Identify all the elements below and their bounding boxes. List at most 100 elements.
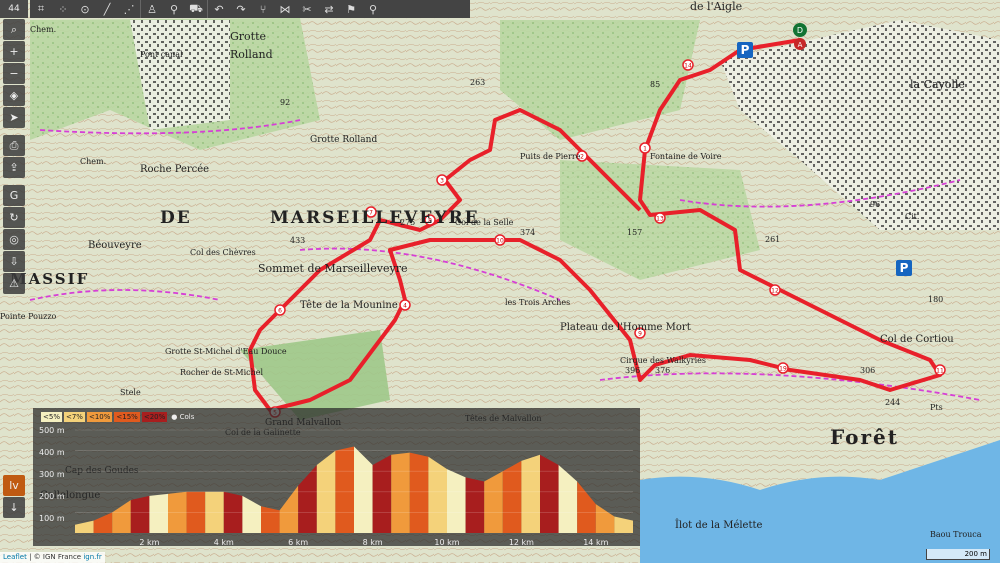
zoom-in-button[interactable]: ⌕ bbox=[3, 19, 25, 40]
route-icon[interactable]: ⋰ bbox=[118, 0, 140, 18]
map-place-label: Baou Trouca bbox=[930, 530, 982, 539]
elevation-segment bbox=[614, 516, 633, 533]
cut-icon[interactable]: ✂ bbox=[296, 0, 318, 18]
map-place-label: Pts bbox=[930, 403, 943, 412]
map-place-label: Pont canal bbox=[140, 50, 183, 59]
map-place-label: de l'Aigle bbox=[690, 0, 743, 13]
ign-link[interactable]: ign.fr bbox=[83, 553, 101, 561]
redo-icon[interactable]: ↷ bbox=[230, 0, 252, 18]
map-place-label: les Trois Arches bbox=[505, 298, 571, 307]
parking-label: P bbox=[900, 261, 909, 275]
download-tiles-button[interactable]: ⇩ bbox=[3, 251, 25, 272]
map-place-label: 433 bbox=[290, 236, 306, 245]
gps-button[interactable]: G bbox=[3, 185, 25, 206]
line-icon[interactable]: ╱ bbox=[96, 0, 118, 18]
elevation-toggle-button[interactable]: lv bbox=[3, 475, 25, 496]
locate-button[interactable]: ➤ bbox=[3, 107, 25, 128]
elevation-segment bbox=[447, 469, 466, 533]
elevation-segment bbox=[261, 506, 280, 533]
map-place-label: Chem. bbox=[80, 157, 107, 166]
elevation-segment bbox=[465, 477, 485, 533]
leaflet-link[interactable]: Leaflet bbox=[3, 553, 27, 561]
rotate-button[interactable]: ↻ bbox=[3, 207, 25, 228]
navigation-icon: ➤ bbox=[9, 111, 19, 124]
map-place-label: 92 bbox=[280, 98, 291, 107]
waypoint-label: 1 bbox=[643, 146, 647, 153]
start-marker-label: D bbox=[797, 26, 803, 35]
waypoint-label: 2 bbox=[580, 154, 584, 161]
map-place-label: 261 bbox=[765, 235, 781, 244]
map-place-label: 244 bbox=[885, 398, 901, 407]
map-place-label: Cirque des Walkyries bbox=[620, 356, 707, 365]
x-axis-label: 6 km bbox=[288, 538, 309, 547]
map-place-label: 275 bbox=[400, 218, 416, 227]
waypoint-label: 12 bbox=[771, 288, 779, 295]
map-place-label: Rocher de St-Michel bbox=[180, 368, 264, 377]
attribution-text: | © IGN France bbox=[29, 553, 82, 561]
map-place-label: Plateau de l'Homme Mort bbox=[560, 322, 691, 333]
map-place-label: Puits de Pierre bbox=[520, 152, 581, 161]
elevation-segment bbox=[502, 460, 522, 533]
waypoint-label: 6 bbox=[278, 308, 282, 315]
elevation-segment bbox=[130, 495, 150, 533]
undo-icon[interactable]: ↶ bbox=[207, 0, 230, 18]
map-place-label: Chem. bbox=[30, 25, 57, 34]
globe-button[interactable]: ◎ bbox=[3, 229, 25, 250]
cyclist-icon[interactable]: ⚲ bbox=[163, 0, 185, 18]
map-place-label: 157 bbox=[627, 228, 643, 237]
elevation-segment bbox=[521, 454, 540, 533]
waypoint-icon[interactable]: ⊙ bbox=[74, 0, 96, 18]
map-place-label: 263 bbox=[470, 78, 486, 87]
x-axis-label: 8 km bbox=[362, 538, 383, 547]
pin-icon[interactable]: ⚲ bbox=[362, 0, 384, 18]
elevation-profile-chart[interactable] bbox=[33, 408, 640, 546]
end-marker-label: A bbox=[798, 41, 803, 49]
share-button[interactable]: ⇪ bbox=[3, 157, 25, 178]
elevation-segment bbox=[540, 454, 559, 533]
elevation-segment bbox=[372, 454, 392, 533]
download-gpx-button[interactable]: ↓ bbox=[3, 497, 25, 518]
layer-count-badge: 44 bbox=[0, 0, 28, 18]
gps-icon: G bbox=[9, 189, 19, 202]
points-icon[interactable]: ⁘ bbox=[52, 0, 74, 18]
map-place-label: 180 bbox=[928, 295, 944, 304]
scale-bar: 200 m bbox=[926, 549, 990, 560]
left-toolbar: 44 ⌕ + − ◈ ➤ ⎙ ⇪ G ↻ ◎ ⇩ ⚠ lv ↓ bbox=[0, 0, 28, 563]
elevation-segment bbox=[75, 520, 94, 533]
waypoint-label: 10 bbox=[496, 238, 504, 245]
map-place-label: Tête de la Mounine bbox=[300, 300, 398, 311]
elevation-segment bbox=[242, 495, 261, 533]
x-axis-label: 10 km bbox=[434, 538, 460, 547]
search-plus-icon: ⌕ bbox=[10, 22, 18, 36]
map-place-label: MARSEILLEVEYRE bbox=[270, 208, 480, 228]
elevation-segment bbox=[354, 446, 373, 533]
flag-icon[interactable]: ⚑ bbox=[340, 0, 362, 18]
map-place-label: Grotte Rolland bbox=[310, 135, 378, 145]
map-place-label: 376 bbox=[655, 366, 671, 375]
alert-button[interactable]: ⚠ bbox=[3, 273, 25, 294]
map-place-label: Grotte St-Michel d'Eau Douce bbox=[165, 347, 287, 356]
map-place-label: Grotte bbox=[230, 30, 267, 43]
merge-icon[interactable]: ⋈ bbox=[274, 0, 296, 18]
map-place-label: Îlot de la Mélette bbox=[675, 520, 763, 531]
x-axis-label: 4 km bbox=[213, 538, 234, 547]
car-icon[interactable]: ⛟ bbox=[185, 0, 207, 18]
hiker-icon[interactable]: ♙ bbox=[140, 0, 163, 18]
reverse-icon[interactable]: ⇄ bbox=[318, 0, 340, 18]
layers-button[interactable]: ◈ bbox=[3, 85, 25, 106]
x-axis-label: 14 km bbox=[583, 538, 609, 547]
waypoint-label: 3 bbox=[440, 178, 444, 185]
elevation-segment bbox=[279, 485, 299, 533]
elevation-segment bbox=[298, 465, 317, 533]
elevation-segment bbox=[93, 512, 113, 533]
zoom-out-button[interactable]: + bbox=[3, 41, 25, 62]
map-place-label: Roche Percée bbox=[140, 164, 210, 175]
parking-label: P bbox=[741, 43, 750, 57]
crop-icon[interactable]: ⌗ bbox=[30, 0, 52, 18]
split-icon[interactable]: ⑂ bbox=[252, 0, 274, 18]
elevation-profile-panel[interactable]: <5% <7% <10% <15% <20% ● Cols 500 m 400 m 300… bbox=[33, 408, 640, 547]
print-button[interactable]: ⎙ bbox=[3, 135, 25, 156]
elevation-segment bbox=[149, 493, 168, 533]
elevation-segment bbox=[391, 452, 410, 533]
zoom-minus-button[interactable]: − bbox=[3, 63, 25, 84]
